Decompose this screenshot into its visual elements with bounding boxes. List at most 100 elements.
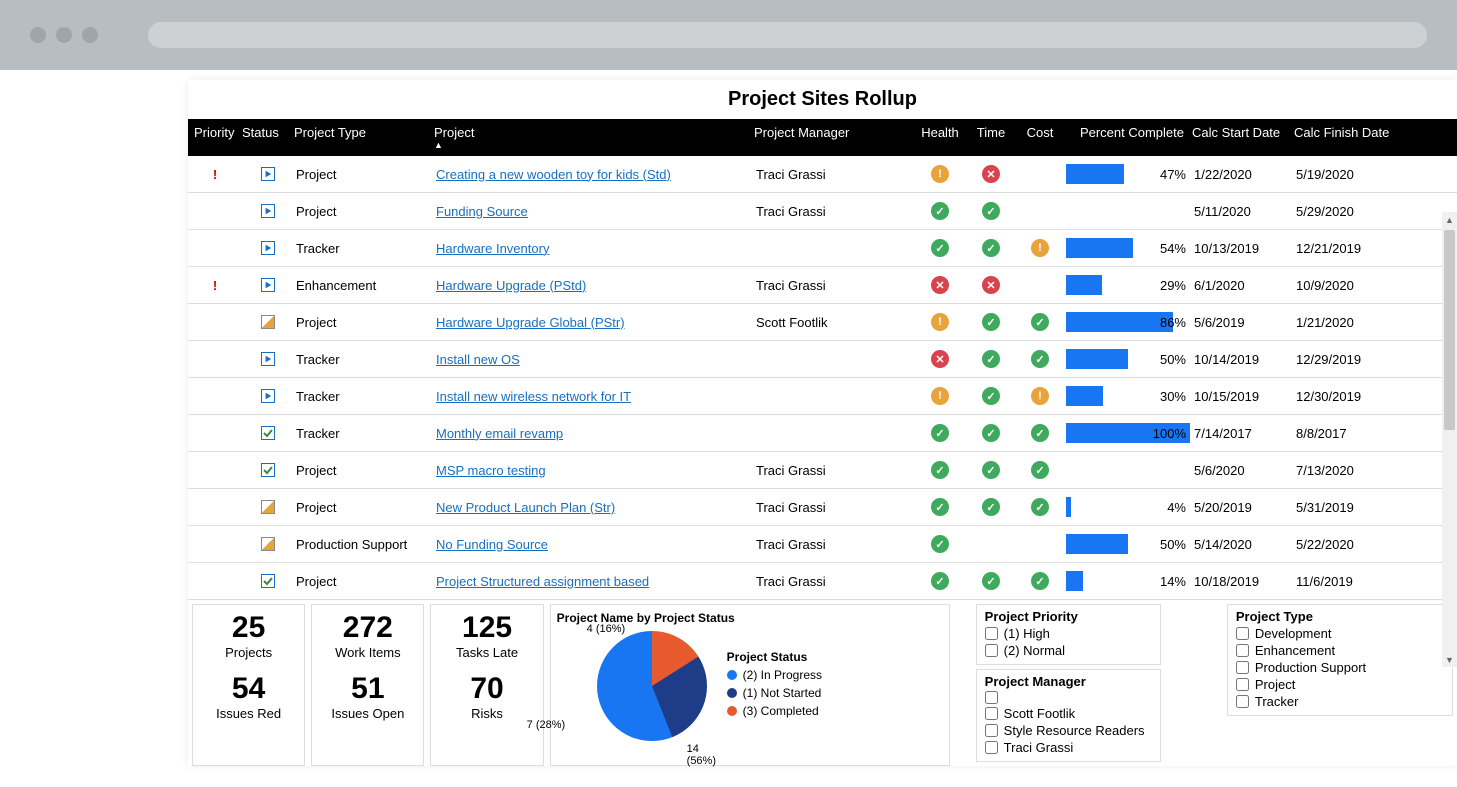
project-link[interactable]: No Funding Source	[436, 537, 548, 552]
table-row[interactable]: !EnhancementHardware Upgrade (PStd)Traci…	[188, 267, 1457, 304]
start-date-cell: 10/14/2019	[1192, 352, 1294, 367]
status-play-icon	[261, 352, 275, 366]
table-row[interactable]: TrackerMonthly email revamp✓✓✓100%7/14/2…	[188, 415, 1457, 452]
col-finish-date[interactable]: Calc Finish Date	[1294, 125, 1404, 150]
percent-cell: 86%	[1066, 310, 1190, 334]
project-manager-cell: Traci Grassi	[754, 500, 914, 515]
project-link[interactable]: Install new wireless network for IT	[436, 389, 631, 404]
filter-item[interactable]: (1) High	[985, 626, 1152, 641]
project-link[interactable]: Funding Source	[436, 204, 528, 219]
report-title: Project Sites Rollup	[188, 80, 1457, 119]
scroll-down-icon[interactable]: ▼	[1442, 652, 1457, 667]
col-health[interactable]: Health	[914, 125, 966, 150]
filter-item[interactable]: Style Resource Readers	[985, 723, 1152, 738]
finish-date-cell: 10/9/2020	[1294, 278, 1404, 293]
health-cell: !	[914, 387, 966, 405]
percent-cell: 14%	[1066, 569, 1190, 593]
table-row[interactable]: ProjectHardware Upgrade Global (PStr)Sco…	[188, 304, 1457, 341]
col-project-manager[interactable]: Project Manager	[754, 125, 914, 150]
table-row[interactable]: !ProjectCreating a new wooden toy for ki…	[188, 156, 1457, 193]
col-project-type[interactable]: Project Type	[294, 125, 434, 150]
browser-dot	[30, 27, 46, 43]
project-link[interactable]: New Product Launch Plan (Str)	[436, 500, 615, 515]
legend-item[interactable]: (3) Completed	[727, 704, 822, 718]
filter-item[interactable]: Production Support	[1236, 660, 1444, 675]
indicator-ok-icon: ✓	[931, 202, 949, 220]
project-link[interactable]: Hardware Inventory	[436, 241, 549, 256]
status-cell	[242, 463, 294, 477]
scrollbar[interactable]: ▲ ▼	[1442, 212, 1457, 667]
filter-checkbox[interactable]	[985, 644, 998, 657]
filter-checkbox[interactable]	[1236, 695, 1249, 708]
filter-checkbox[interactable]	[985, 724, 998, 737]
kpi-label: Work Items	[314, 645, 421, 660]
percent-value: 4%	[1167, 500, 1190, 515]
table-row[interactable]: ProjectMSP macro testingTraci Grassi✓✓✓5…	[188, 452, 1457, 489]
percent-value: 86%	[1160, 315, 1190, 330]
indicator-ok-icon: ✓	[1031, 424, 1049, 442]
filter-item[interactable]: Tracker	[1236, 694, 1444, 709]
table-row[interactable]: ProjectProject Structured assignment bas…	[188, 563, 1457, 600]
scroll-thumb[interactable]	[1444, 230, 1455, 430]
project-link[interactable]: Monthly email revamp	[436, 426, 563, 441]
address-bar[interactable]	[148, 22, 1427, 48]
col-percent-complete[interactable]: Percent Complete	[1064, 125, 1192, 150]
scroll-up-icon[interactable]: ▲	[1442, 212, 1457, 227]
cost-cell: !	[1016, 387, 1064, 405]
col-cost[interactable]: Cost	[1016, 125, 1064, 150]
percent-cell: 30%	[1066, 384, 1190, 408]
table-row[interactable]: TrackerInstall new OS✕✓✓50%10/14/201912/…	[188, 341, 1457, 378]
project-link[interactable]: Hardware Upgrade (PStd)	[436, 278, 586, 293]
filter-item[interactable]: Development	[1236, 626, 1444, 641]
indicator-ok-icon: ✓	[982, 572, 1000, 590]
health-cell: ✕	[914, 276, 966, 294]
filter-checkbox[interactable]	[1236, 678, 1249, 691]
table-row[interactable]: ProjectNew Product Launch Plan (Str)Trac…	[188, 489, 1457, 526]
cost-cell: ✓	[1016, 424, 1064, 442]
col-start-date[interactable]: Calc Start Date	[1192, 125, 1294, 150]
project-type-cell: Production Support	[294, 537, 434, 552]
filter-checkbox[interactable]	[1236, 661, 1249, 674]
table-row[interactable]: ProjectFunding SourceTraci Grassi✓✓5/11/…	[188, 193, 1457, 230]
legend-item[interactable]: (1) Not Started	[727, 686, 822, 700]
filter-column: Project Type Development Enhancement Produ…	[1227, 604, 1453, 766]
col-status[interactable]: Status	[242, 125, 294, 150]
finish-date-cell: 5/19/2020	[1294, 167, 1404, 182]
start-date-cell: 7/14/2017	[1192, 426, 1294, 441]
table-row[interactable]: TrackerInstall new wireless network for …	[188, 378, 1457, 415]
filter-item[interactable]	[985, 691, 1152, 704]
project-link[interactable]: Hardware Upgrade Global (PStr)	[436, 315, 625, 330]
indicator-ok-icon: ✓	[982, 350, 1000, 368]
finish-date-cell: 1/21/2020	[1294, 315, 1404, 330]
filter-checkbox[interactable]	[985, 707, 998, 720]
project-link[interactable]: Creating a new wooden toy for kids (Std)	[436, 167, 671, 182]
status-play-icon	[261, 241, 275, 255]
col-priority[interactable]: Priority	[188, 125, 242, 150]
filter-checkbox[interactable]	[985, 741, 998, 754]
project-link[interactable]: MSP macro testing	[436, 463, 546, 478]
filter-item[interactable]: (2) Normal	[985, 643, 1152, 658]
project-type-cell: Tracker	[294, 389, 434, 404]
col-time[interactable]: Time	[966, 125, 1016, 150]
table-row[interactable]: TrackerHardware Inventory✓✓!54%10/13/201…	[188, 230, 1457, 267]
start-date-cell: 5/14/2020	[1192, 537, 1294, 552]
filter-item[interactable]: Project	[1236, 677, 1444, 692]
legend-item[interactable]: (2) In Progress	[727, 668, 822, 682]
filter-checkbox[interactable]	[985, 627, 998, 640]
filter-checkbox[interactable]	[1236, 627, 1249, 640]
filter-item[interactable]: Traci Grassi	[985, 740, 1152, 755]
kpi-value: 51	[314, 674, 421, 704]
project-link[interactable]: Project Structured assignment based	[436, 574, 649, 589]
filter-checkbox[interactable]	[985, 691, 998, 704]
filter-checkbox[interactable]	[1236, 644, 1249, 657]
percent-value: 30%	[1160, 389, 1190, 404]
filter-title: Project Type	[1236, 609, 1444, 624]
table-row[interactable]: Production SupportNo Funding SourceTraci…	[188, 526, 1457, 563]
col-project[interactable]: Project▲	[434, 125, 754, 150]
health-cell: ✓	[914, 239, 966, 257]
filter-item[interactable]: Enhancement	[1236, 643, 1444, 658]
indicator-warn-icon: !	[931, 313, 949, 331]
bottom-section: 25 Projects 54 Issues Red 272 Work Items…	[188, 600, 1457, 766]
project-link[interactable]: Install new OS	[436, 352, 520, 367]
filter-item[interactable]: Scott Footlik	[985, 706, 1152, 721]
